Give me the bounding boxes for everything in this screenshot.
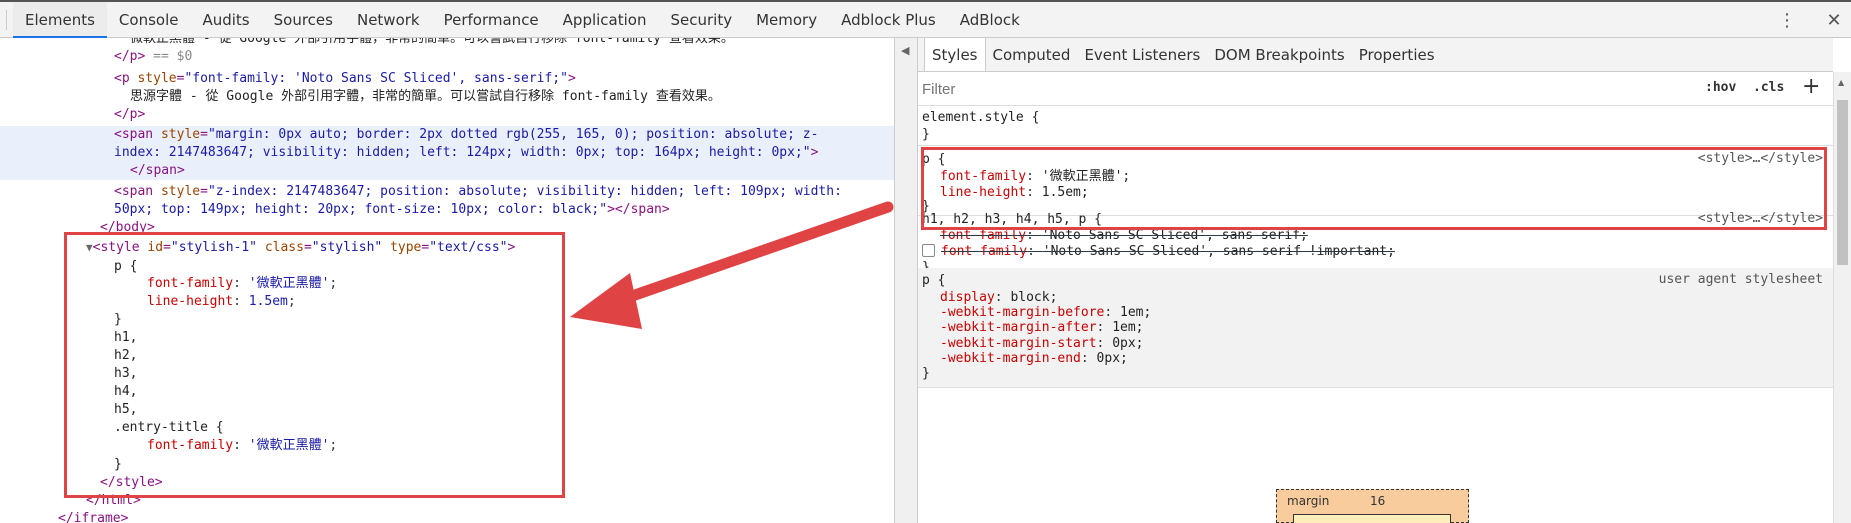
tab-sources[interactable]: Sources	[262, 2, 345, 38]
tab-console[interactable]: Console	[107, 2, 191, 38]
tab-dom-breakpoints[interactable]: DOM Breakpoints	[1207, 38, 1351, 71]
box-model-border	[1293, 514, 1451, 523]
panel-splitter[interactable]: ◀	[894, 38, 918, 523]
box-model-margin-value[interactable]: 16	[1370, 494, 1385, 508]
p-element-node[interactable]: <p style="font-family: 'Noto Sans SC Sli…	[114, 70, 576, 88]
css-declaration: -webkit-margin-end: 0px;	[940, 351, 1128, 366]
devtools-toolbar: Elements Console Audits Sources Network …	[0, 0, 1851, 38]
rule-source-label: user agent stylesheet	[1658, 272, 1823, 287]
tab-styles[interactable]: Styles	[924, 38, 986, 71]
box-model-margin-label: margin	[1287, 494, 1330, 508]
annotation-highlight-box	[921, 147, 1827, 230]
tab-security[interactable]: Security	[658, 2, 744, 38]
rule-selector: element.style {	[922, 110, 1040, 125]
attr-name: style	[160, 184, 201, 199]
css-declaration-disabled[interactable]: font-family: 'Noto Sans SC Sliced', sans…	[922, 243, 1395, 261]
tab-event-listeners[interactable]: Event Listeners	[1077, 38, 1207, 71]
filter-bar: :hov .cls +	[918, 72, 1833, 106]
tab-network[interactable]: Network	[345, 2, 432, 38]
class-toggle[interactable]: .cls	[1753, 80, 1784, 95]
text-node: 思源字體 - 從 Google 外部引用字體，非常的簡單。可以嘗試自行移除 fo…	[130, 89, 721, 104]
span-element-node-cont: index: 2147483647; visibility: hidden; l…	[114, 145, 819, 160]
rule-selector: p {	[922, 273, 946, 288]
rule-close: }	[922, 366, 930, 381]
sidebar-tabs: Styles Computed Event Listeners DOM Brea…	[918, 38, 1833, 72]
tag-text: </p>	[114, 49, 146, 64]
span-element-node[interactable]: <span style="margin: 0px auto; border: 2…	[114, 126, 818, 144]
tag-text: <p	[114, 71, 138, 86]
attr-value: "margin: 0px auto; border: 2px dotted rg…	[207, 127, 819, 142]
closing-iframe-tag[interactable]: </iframe>	[58, 510, 128, 523]
selected-marker: == $0	[145, 49, 193, 64]
styles-sidebar: Styles Computed Event Listeners DOM Brea…	[918, 38, 1851, 523]
scroll-up-arrow-icon[interactable]: ▲	[1838, 78, 1844, 87]
annotation-highlight-box	[64, 232, 565, 498]
hover-state-toggle[interactable]: :hov	[1705, 80, 1736, 95]
closing-span-tag[interactable]: </span>	[130, 162, 185, 180]
tab-performance[interactable]: Performance	[432, 2, 551, 38]
styles-scrollbar[interactable]: ▲	[1833, 72, 1851, 523]
closing-p-tag[interactable]: </p> == $0	[114, 48, 192, 66]
attr-name: style	[160, 127, 201, 142]
user-agent-rule[interactable]: p { user agent stylesheet display: block…	[918, 268, 1833, 388]
attr-value: "font-family: 'Noto Sans SC Sliced', san…	[184, 71, 568, 86]
tab-adblock-plus[interactable]: Adblock Plus	[829, 2, 948, 38]
tab-computed[interactable]: Computed	[986, 38, 1078, 71]
rule-close: }	[922, 127, 930, 142]
tab-elements[interactable]: Elements	[13, 2, 107, 38]
tab-adblock[interactable]: AdBlock	[948, 2, 1032, 38]
attr-name: style	[137, 71, 177, 86]
tab-audits[interactable]: Audits	[190, 2, 261, 38]
annotation-arrow-icon	[570, 201, 894, 329]
closing-p-tag[interactable]: </p>	[114, 106, 145, 124]
kebab-icon[interactable]: ⋮	[1770, 10, 1804, 31]
declaration-checkbox[interactable]	[922, 244, 935, 257]
new-rule-button[interactable]: +	[1802, 74, 1820, 99]
scrollbar-thumb[interactable]	[1837, 100, 1848, 265]
element-style-rule[interactable]: element.style { }	[918, 106, 1833, 146]
close-icon[interactable]: ✕	[1817, 10, 1851, 31]
toolbar-actions: ⋮ ✕	[1757, 2, 1851, 38]
tab-memory[interactable]: Memory	[744, 2, 829, 38]
tab-application[interactable]: Application	[551, 2, 659, 38]
main-tabs: Elements Console Audits Sources Network …	[0, 2, 1032, 38]
filter-input[interactable]	[922, 78, 1522, 100]
toolbar-divider	[6, 10, 7, 30]
box-model-diagram[interactable]: margin 16	[1276, 489, 1469, 523]
collapse-arrow-icon[interactable]: ◀	[901, 44, 909, 57]
tab-properties[interactable]: Properties	[1352, 38, 1442, 71]
text-node: 微軟正黑體 - 從 Google 外部引用字體，非常的簡單。可以嘗試自行移除 f…	[130, 38, 734, 46]
